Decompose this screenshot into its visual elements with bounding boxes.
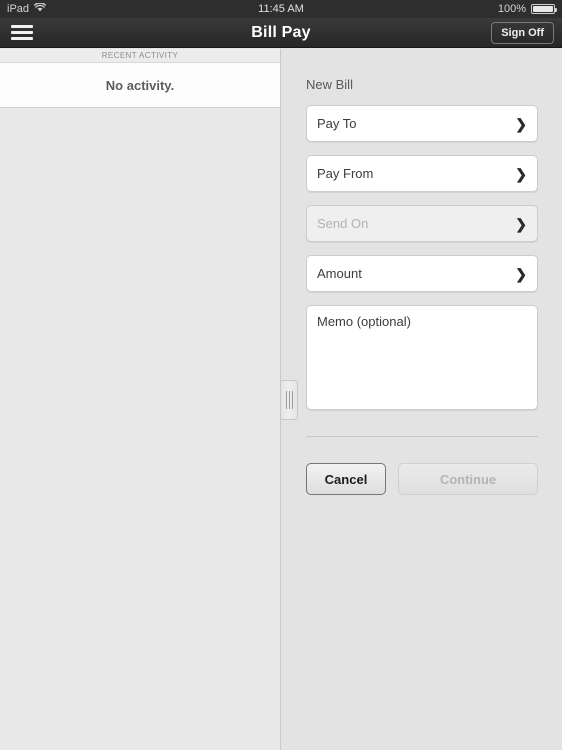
chevron-right-icon: ❯ [515, 115, 527, 132]
field-amount-label: Amount [317, 266, 362, 281]
status-bar-left: iPad [7, 2, 47, 15]
memo-input[interactable]: Memo (optional) [306, 305, 538, 410]
page-title: Bill Pay [251, 23, 311, 41]
memo-placeholder-label: Memo (optional) [317, 314, 411, 329]
hamburger-menu-icon[interactable] [8, 21, 36, 45]
device-label: iPad [7, 3, 30, 15]
chevron-right-icon: ❯ [515, 165, 527, 182]
battery-percent-label: 100% [497, 3, 526, 15]
cancel-button[interactable]: Cancel [306, 463, 386, 495]
chevron-right-icon: ❯ [515, 265, 527, 282]
form-divider [306, 436, 538, 437]
field-pay-from-label: Pay From [317, 166, 374, 181]
new-bill-panel: New Bill Pay To ❯ Pay From ❯ Send On ❯ A… [282, 49, 562, 750]
wifi-icon [33, 2, 47, 15]
form-actions: Cancel Continue [306, 463, 538, 495]
status-bar: iPad 11:45 AM 100% [0, 0, 562, 18]
status-bar-time: 11:45 AM [258, 3, 304, 15]
bill-pay-screen: iPad 11:45 AM 100% Bill Pay Sign Off REC… [0, 0, 562, 750]
no-activity-label: No activity. [105, 77, 175, 93]
field-send-on-label: Send On [317, 216, 369, 231]
battery-full-icon [531, 4, 557, 14]
recent-activity-card: No activity. [0, 63, 280, 108]
new-bill-title: New Bill [306, 77, 353, 92]
field-amount[interactable]: Amount ❯ [306, 255, 538, 292]
field-pay-from[interactable]: Pay From ❯ [306, 155, 538, 192]
continue-button: Continue [398, 463, 538, 495]
field-pay-to-label: Pay To [317, 116, 357, 131]
chevron-right-icon: ❯ [515, 215, 527, 232]
navigation-bar: Bill Pay Sign Off [0, 18, 562, 48]
field-send-on[interactable]: Send On ❯ [306, 205, 538, 242]
sign-off-button[interactable]: Sign Off [491, 21, 554, 44]
field-pay-to[interactable]: Pay To ❯ [306, 105, 538, 142]
recent-activity-panel: RECENT ACTIVITY No activity. [0, 49, 281, 750]
split-view-drag-handle[interactable] [280, 380, 298, 420]
recent-activity-header: RECENT ACTIVITY [0, 49, 280, 63]
status-bar-right: 100% [497, 3, 557, 15]
